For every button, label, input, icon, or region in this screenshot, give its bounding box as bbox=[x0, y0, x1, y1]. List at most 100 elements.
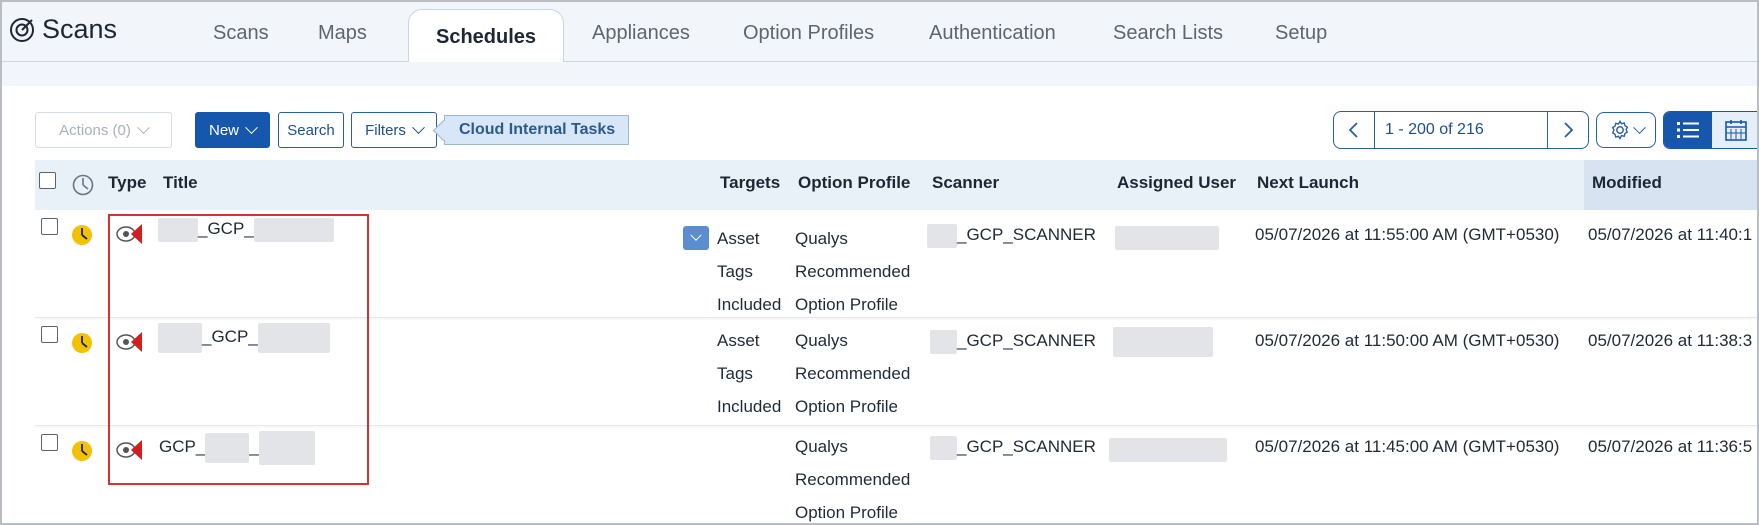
next-page-button[interactable] bbox=[1547, 111, 1589, 149]
column-modified[interactable]: Modified bbox=[1584, 160, 1757, 210]
clock-icon bbox=[72, 174, 94, 196]
list-view-button[interactable] bbox=[1664, 112, 1712, 148]
scanner-text: _GCP_SCANNER bbox=[957, 331, 1096, 350]
column-scanner[interactable]: Scanner bbox=[932, 173, 999, 193]
row-targets: Asset Tags Included bbox=[717, 324, 781, 423]
row-scanner: _GCP_SCANNER bbox=[930, 324, 1096, 357]
option-profile-line: Qualys bbox=[795, 229, 848, 248]
tab-scans[interactable]: Scans bbox=[213, 22, 269, 45]
option-profile-line: Option Profile bbox=[795, 503, 898, 522]
tab-schedules[interactable]: Schedules bbox=[408, 9, 565, 63]
gear-icon bbox=[1611, 119, 1628, 141]
redacted-text bbox=[258, 430, 315, 465]
row-option-profile: Qualys Recommended Option Profile bbox=[795, 430, 911, 523]
tab-authentication[interactable]: Authentication bbox=[929, 22, 1056, 45]
app-title: Scans bbox=[8, 14, 117, 45]
pagination-field[interactable]: 1 - 200 of 216 bbox=[1374, 111, 1548, 149]
scanner-text: _GCP_SCANNER bbox=[957, 225, 1096, 244]
column-title[interactable]: Title bbox=[163, 173, 198, 193]
table-row[interactable]: _GCP_ Asset Tags Included Qualys Recomme… bbox=[35, 212, 1757, 321]
vulnerability-scan-icon bbox=[116, 440, 142, 460]
targets-line: Included bbox=[717, 397, 782, 416]
scanner-text: _GCP_SCANNER bbox=[957, 437, 1096, 456]
top-navigation: Scans Scans Maps Schedules Appliances Op… bbox=[2, 2, 1757, 63]
column-next-launch[interactable]: Next Launch bbox=[1257, 173, 1359, 193]
header-spacer bbox=[2, 62, 1757, 86]
column-targets[interactable]: Targets bbox=[720, 173, 780, 193]
row-title[interactable]: GCP_ _ bbox=[159, 430, 315, 465]
column-type[interactable]: Type bbox=[108, 173, 146, 193]
row-title-text: GCP_ bbox=[159, 437, 206, 456]
chevron-down-icon bbox=[690, 229, 702, 241]
option-profile-line: Option Profile bbox=[795, 397, 898, 416]
chevron-down-icon bbox=[412, 120, 425, 134]
tab-option-profiles[interactable]: Option Profiles bbox=[743, 22, 874, 45]
row-title[interactable]: _GCP_ bbox=[158, 212, 334, 245]
row-checkbox[interactable] bbox=[41, 434, 58, 451]
row-next-launch: 05/07/2026 at 11:45:00 AM (GMT+0530) bbox=[1255, 437, 1560, 456]
column-assigned-user[interactable]: Assigned User bbox=[1117, 173, 1236, 193]
vulnerability-scan-icon bbox=[116, 224, 142, 244]
row-dropdown-button[interactable] bbox=[683, 226, 709, 250]
tab-maps[interactable]: Maps bbox=[318, 22, 367, 45]
row-assigned-user bbox=[1109, 432, 1227, 465]
row-title[interactable]: _GCP_ bbox=[158, 320, 330, 353]
select-all-checkbox[interactable] bbox=[39, 172, 56, 189]
row-checkbox[interactable] bbox=[41, 326, 58, 343]
row-modified: 05/07/2026 at 11:36:5 bbox=[1588, 437, 1753, 456]
option-profile-line: Recommended bbox=[795, 470, 911, 489]
row-checkbox[interactable] bbox=[41, 218, 58, 235]
row-scanner: _GCP_SCANNER bbox=[927, 218, 1096, 251]
filters-button[interactable]: Filters bbox=[351, 112, 437, 148]
list-icon bbox=[1677, 122, 1699, 138]
calendar-view-button[interactable] bbox=[1712, 112, 1757, 148]
actions-button[interactable]: Actions (0) bbox=[35, 112, 172, 148]
row-next-launch: 05/07/2026 at 11:55:00 AM (GMT+0530) bbox=[1255, 225, 1560, 244]
row-title-text: _GCP_ bbox=[202, 327, 258, 346]
targets-line: Included bbox=[717, 295, 782, 314]
redacted-text bbox=[1109, 437, 1227, 462]
schedule-clock-icon bbox=[72, 333, 92, 353]
redacted-text bbox=[930, 435, 957, 460]
scans-logo-icon bbox=[10, 17, 34, 42]
chevron-down-icon bbox=[1632, 120, 1646, 134]
redacted-text bbox=[930, 329, 957, 354]
search-button[interactable]: Search bbox=[278, 112, 344, 148]
table-row[interactable]: GCP_ _ Qualys Recommended Option Profile … bbox=[35, 428, 1757, 523]
redacted-text bbox=[205, 432, 250, 463]
new-label: New bbox=[208, 121, 239, 139]
table-row[interactable]: _GCP_ Asset Tags Included Qualys Recomme… bbox=[35, 320, 1757, 426]
app-window: Scans Scans Maps Schedules Appliances Op… bbox=[0, 0, 1759, 525]
filter-tag[interactable]: Cloud Internal Tasks bbox=[444, 115, 630, 145]
redacted-text bbox=[257, 322, 330, 353]
column-option-profile[interactable]: Option Profile bbox=[798, 173, 910, 193]
app-title-text: Scans bbox=[42, 14, 118, 44]
option-profile-line: Qualys bbox=[795, 331, 848, 350]
new-button[interactable]: New bbox=[195, 112, 270, 148]
row-modified: 05/07/2026 at 11:38:3 bbox=[1588, 331, 1753, 350]
row-targets: Asset Tags Included bbox=[717, 222, 781, 321]
option-profile-line: Recommended bbox=[795, 262, 911, 281]
calendar-icon bbox=[1725, 120, 1747, 141]
tab-appliances[interactable]: Appliances bbox=[592, 22, 690, 45]
targets-line: Asset bbox=[717, 229, 760, 248]
row-option-profile: Qualys Recommended Option Profile bbox=[795, 324, 910, 423]
view-toggle bbox=[1663, 111, 1757, 149]
row-next-launch: 05/07/2026 at 11:50:00 AM (GMT+0530) bbox=[1255, 331, 1560, 350]
schedule-clock-icon bbox=[72, 225, 92, 245]
redacted-text bbox=[1113, 326, 1213, 357]
chevron-left-icon bbox=[1348, 122, 1358, 138]
settings-button[interactable] bbox=[1596, 112, 1656, 148]
row-option-profile: Qualys Recommended Option Profile bbox=[795, 222, 910, 321]
actions-label: Actions (0) bbox=[59, 121, 131, 139]
chevron-down-icon bbox=[136, 120, 150, 134]
redacted-text bbox=[158, 322, 202, 353]
vulnerability-scan-icon bbox=[116, 332, 142, 352]
tab-setup[interactable]: Setup bbox=[1275, 22, 1327, 45]
tab-search-lists[interactable]: Search Lists bbox=[1113, 22, 1223, 45]
option-profile-line: Recommended bbox=[795, 364, 911, 383]
row-title-text: _GCP_ bbox=[198, 219, 254, 238]
option-profile-line: Option Profile bbox=[795, 295, 898, 314]
redacted-text bbox=[927, 223, 957, 248]
previous-page-button[interactable] bbox=[1333, 111, 1375, 149]
